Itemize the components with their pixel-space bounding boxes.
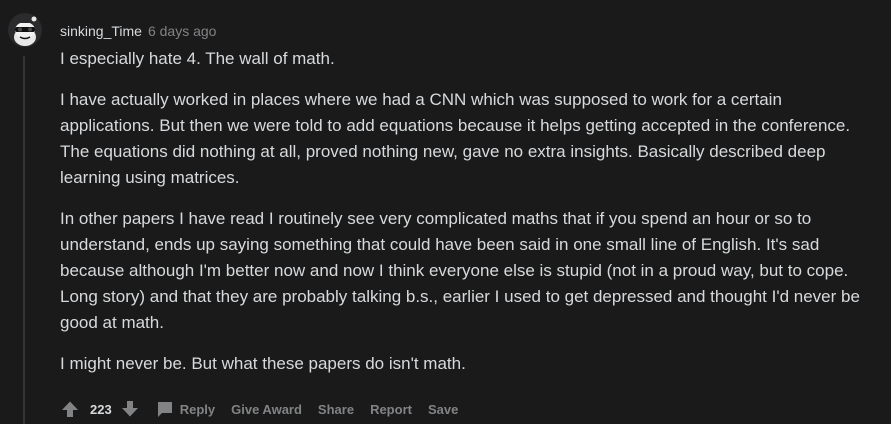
comment-paragraph: I might never be. But what these papers … <box>60 354 466 373</box>
reply-label: Reply <box>179 401 216 417</box>
comment-body: I especially hate 4. The wall of math. I… <box>60 46 880 392</box>
give-award-button[interactable]: Give Award <box>231 402 302 417</box>
thread-line[interactable] <box>23 56 25 424</box>
vote-count: 223 <box>90 401 112 417</box>
comment: sinking_Time 6 days ago I especially hat… <box>0 0 891 424</box>
comment-paragraph: I especially hate 4. The wall of math. <box>60 49 335 68</box>
comment-meta: sinking_Time 6 days ago <box>60 20 216 42</box>
timestamp[interactable]: 6 days ago <box>148 23 217 39</box>
downvote-arrow-icon[interactable] <box>120 399 140 419</box>
comment-paragraph: I have actually worked in places where w… <box>60 90 851 187</box>
comment-paragraph: In other papers I have read I routinely … <box>60 209 860 332</box>
username-link[interactable]: sinking_Time <box>60 23 142 39</box>
reply-button[interactable]: Reply <box>156 400 215 418</box>
comment-action-bar: 223 Reply Give Award Share Report Save <box>60 397 458 421</box>
save-button[interactable]: Save <box>428 402 458 417</box>
snoo-avatar-icon[interactable] <box>8 13 42 47</box>
speech-bubble-icon <box>156 400 174 418</box>
upvote-arrow-icon[interactable] <box>60 399 80 419</box>
share-button[interactable]: Share <box>318 402 354 417</box>
report-button[interactable]: Report <box>370 402 412 417</box>
